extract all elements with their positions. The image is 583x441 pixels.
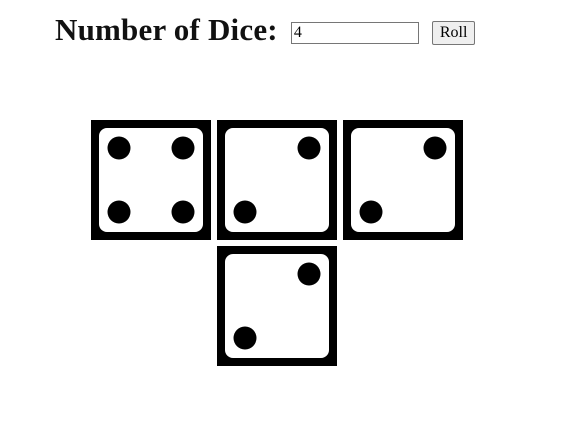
page-title: Number of Dice: — [55, 12, 278, 47]
die-pip — [297, 262, 321, 286]
die-face — [343, 120, 463, 240]
die — [91, 120, 211, 240]
die-pip — [423, 136, 447, 160]
header: Number of Dice: Roll — [55, 12, 476, 48]
die-pip — [107, 200, 131, 224]
die — [343, 120, 463, 240]
die-pip — [233, 200, 257, 224]
roll-button[interactable]: Roll — [431, 21, 476, 45]
die-pip — [233, 326, 257, 350]
die — [217, 120, 337, 240]
die-face — [217, 120, 337, 240]
dice-count-input[interactable] — [290, 22, 419, 44]
die-pip — [359, 200, 383, 224]
die-face — [91, 120, 211, 240]
die-pip — [107, 136, 131, 160]
die-pip — [171, 136, 195, 160]
die — [217, 246, 337, 366]
die-pip — [171, 200, 195, 224]
die-face — [217, 246, 337, 366]
die-pip — [297, 136, 321, 160]
